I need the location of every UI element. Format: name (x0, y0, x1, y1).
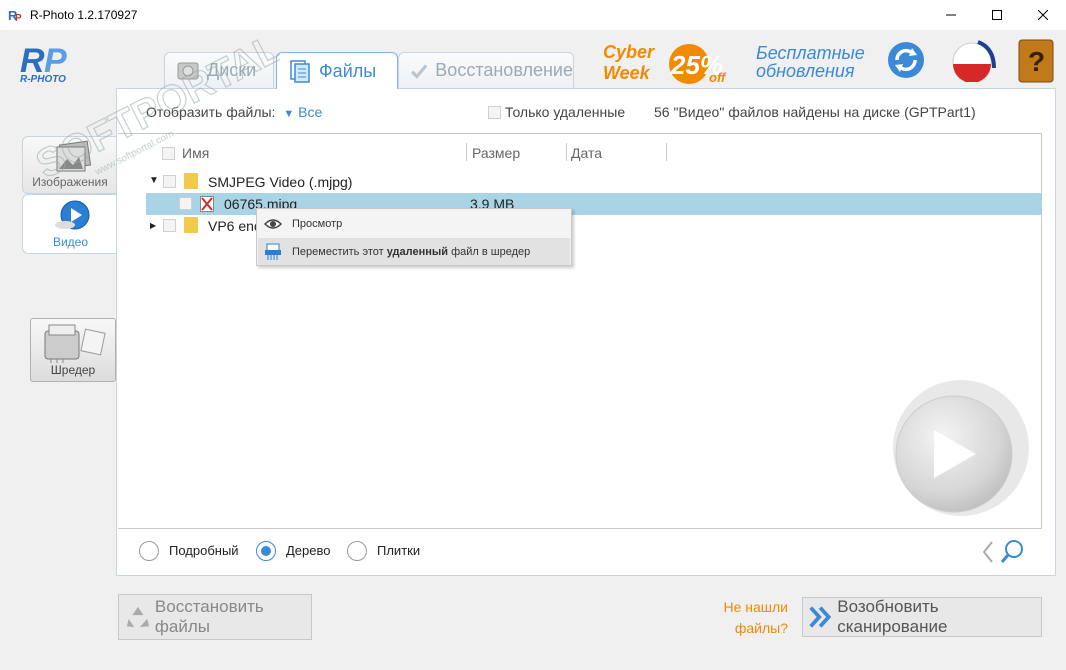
filter-select[interactable]: ▼ Все (283, 104, 322, 120)
view-tree-label: Дерево (286, 543, 331, 558)
recycle-icon (126, 606, 150, 628)
column-separator[interactable] (566, 143, 567, 161)
view-tiles-label: Плитки (377, 543, 421, 558)
shred-suffix: файл в шредер (448, 246, 531, 258)
double-chevron-right-icon (809, 606, 832, 628)
column-header-date[interactable]: Дата (571, 145, 602, 161)
chevron-down-icon: ▼ (283, 108, 295, 120)
files-icon (290, 60, 310, 83)
sidebar-item-video[interactable]: Видео (22, 194, 118, 254)
row-checkbox[interactable] (179, 197, 192, 210)
shredder-label: Шредер (50, 363, 96, 377)
svg-text:?: ? (1028, 46, 1045, 77)
tab-recovery[interactable]: Восстановление (398, 52, 574, 88)
column-separator[interactable] (466, 143, 467, 161)
view-tree-radio[interactable] (256, 541, 276, 561)
sidebar-item-video-label: Видео (52, 235, 89, 249)
free-updates-link[interactable]: Бесплатные обновления (756, 44, 881, 80)
play-preview-icon[interactable] (892, 378, 1030, 518)
eye-icon (264, 219, 282, 229)
update-icon[interactable] (886, 40, 926, 80)
folder-icon (184, 217, 198, 233)
images-icon (56, 140, 92, 172)
row-checkbox[interactable] (163, 175, 176, 188)
promo-line2: Week (603, 63, 650, 83)
discount-badge-icon: 25% off (669, 44, 727, 85)
view-detailed-radio[interactable] (139, 541, 159, 561)
minimize-icon (946, 14, 956, 16)
menu-item-preview[interactable]: Просмотр (258, 210, 570, 237)
maximize-icon (992, 10, 1002, 20)
language-icon[interactable] (950, 38, 998, 82)
collapse-arrow-icon[interactable]: ▶ (150, 221, 156, 230)
promo-text: Cyber Week (603, 42, 654, 84)
folder-name: SMJPEG Video (.mjpg) (208, 174, 353, 190)
row-checkbox[interactable] (163, 219, 176, 232)
cyber-week-promo[interactable]: Cyber Week 25% off (603, 42, 738, 86)
tab-disks[interactable]: Диски (164, 52, 274, 88)
deleted-file-icon (200, 196, 214, 212)
tab-files-label: Файлы (319, 60, 377, 81)
title-bar: R P R-Photo 1.2.170927 (0, 0, 1066, 30)
not-found-link[interactable]: Не нашли файлы? (700, 597, 788, 639)
restore-files-label: Восстановить файлы (154, 597, 264, 636)
context-menu: Просмотр Переместить этот удаленный файл… (256, 208, 572, 266)
app-header: R P R-PHOTO Диски Файлы Восстановление C… (0, 30, 1066, 89)
app-icon: R P (8, 7, 24, 23)
resume-scan-label: Возобновить сканирование (837, 597, 948, 636)
view-tiles-radio[interactable] (347, 541, 367, 561)
promo-off: off (709, 70, 727, 85)
folder-icon (184, 173, 198, 189)
logo-text: R-PHOTO (20, 74, 66, 85)
column-header-size[interactable]: Размер (472, 145, 520, 161)
expand-arrow-icon[interactable]: ▼ (149, 175, 159, 186)
menu-item-move-to-shredder[interactable]: Переместить этот удаленный файл в шредер (258, 238, 570, 265)
tree-row-folder[interactable]: ▼ SMJPEG Video (.mjpg) (146, 171, 1042, 193)
sidebar-item-images[interactable]: Изображения (22, 136, 118, 194)
recovery-icon (411, 64, 428, 79)
only-deleted-label: Только удаленные (505, 104, 626, 120)
column-separator[interactable] (666, 143, 667, 161)
sidebar-item-images-label: Изображения (32, 175, 108, 189)
disk-icon (177, 62, 199, 79)
minimize-button[interactable] (928, 0, 974, 30)
close-button[interactable] (1020, 0, 1066, 30)
tab-files[interactable]: Файлы (276, 52, 398, 89)
only-deleted-check[interactable] (488, 105, 501, 119)
resume-scan-button[interactable]: Возобновить сканирование (802, 597, 1042, 637)
shredder-icon (265, 243, 281, 260)
help-book-icon[interactable]: ? (1017, 38, 1055, 84)
close-icon (1038, 10, 1048, 20)
column-header-name[interactable]: Имя (182, 145, 209, 161)
shredder-button[interactable]: Шредер (30, 318, 116, 382)
filter-label: Отобразить файлы: (146, 104, 276, 120)
promo-line1: Cyber (603, 42, 655, 62)
select-all-checkbox[interactable] (162, 147, 175, 160)
tab-disks-label: Диски (207, 60, 257, 80)
menu-item-preview-label: Просмотр (292, 218, 343, 230)
svg-text:P: P (15, 13, 22, 23)
menu-item-move-to-shredder-label: Переместить этот удаленный файл в шредер (292, 246, 530, 258)
view-mode-bar: Подробный Дерево Плитки (118, 530, 1042, 572)
view-detailed-label: Подробный (169, 543, 239, 558)
maximize-button[interactable] (974, 0, 1020, 30)
restore-files-button[interactable]: Восстановить файлы (118, 594, 312, 640)
tab-recovery-label: Восстановление (435, 60, 573, 80)
only-deleted-checkbox[interactable]: Только удаленные (488, 104, 625, 120)
shred-bold: удаленный (386, 246, 449, 258)
folder-name: VP6 enc (208, 218, 261, 234)
window-title: R-Photo 1.2.170927 (30, 8, 138, 22)
shredder-icon (44, 324, 106, 363)
found-files-info: 56 "Видео" файлов найдены на диске (GPTP… (654, 104, 976, 120)
video-play-icon (55, 200, 90, 230)
search-icon[interactable] (982, 538, 1030, 566)
file-filter: Отобразить файлы: ▼ Все (146, 104, 322, 120)
shred-prefix: Переместить этот (292, 246, 387, 258)
filter-value: Все (298, 104, 323, 120)
